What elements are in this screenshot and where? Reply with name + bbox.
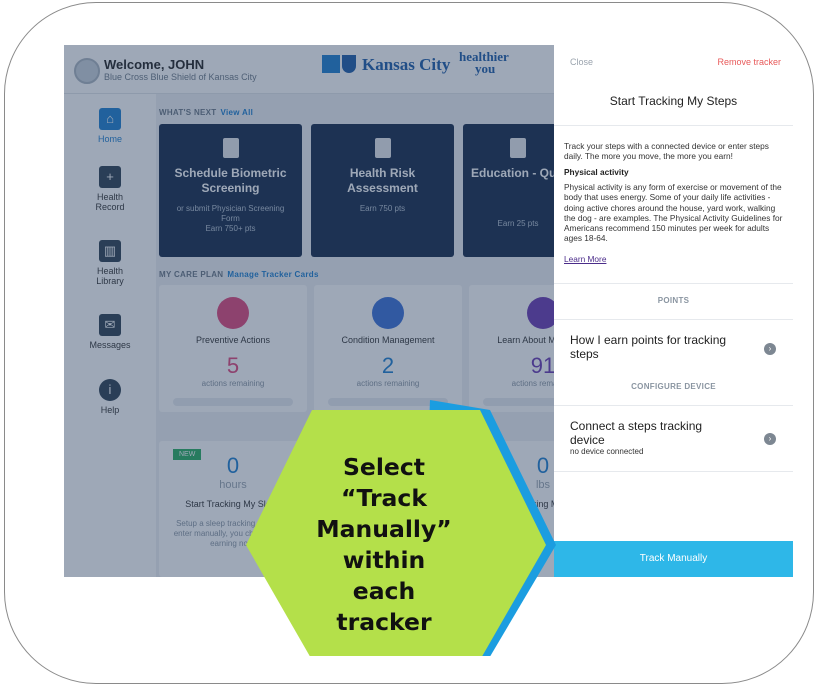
divider: [554, 405, 793, 406]
points-row-label: How I earn points for tracking steps: [570, 333, 727, 361]
device-row[interactable]: Connect a steps tracking device no devic…: [570, 419, 740, 457]
learn-more-link[interactable]: Learn More: [564, 254, 606, 264]
divider: [554, 471, 793, 472]
divider: [554, 319, 793, 320]
device-row-label: Connect a steps tracking device: [570, 419, 703, 447]
panel-body: Physical activity is any form of exercis…: [564, 182, 783, 244]
chevron-right-icon[interactable]: ›: [764, 343, 776, 355]
track-manually-button[interactable]: Track Manually: [554, 541, 793, 577]
points-section-label: POINTS: [657, 296, 690, 305]
close-link[interactable]: Close: [570, 57, 593, 67]
device-status: no device connected: [570, 447, 644, 456]
callout-text: Select “Track Manually” within each trac…: [316, 453, 452, 636]
chevron-right-icon[interactable]: ›: [764, 433, 776, 445]
panel-heading: Physical activity: [564, 167, 629, 177]
remove-tracker-link[interactable]: Remove tracker: [717, 57, 781, 67]
panel-title: Start Tracking My Steps: [609, 94, 738, 108]
configure-section-label: CONFIGURE DEVICE: [631, 382, 716, 391]
panel-intro: Track your steps with a connected device…: [564, 141, 769, 162]
divider: [554, 283, 793, 284]
points-row[interactable]: How I earn points for tracking steps: [570, 333, 740, 361]
tracker-panel: Close Remove tracker Start Tracking My S…: [554, 45, 793, 577]
divider: [554, 125, 793, 126]
